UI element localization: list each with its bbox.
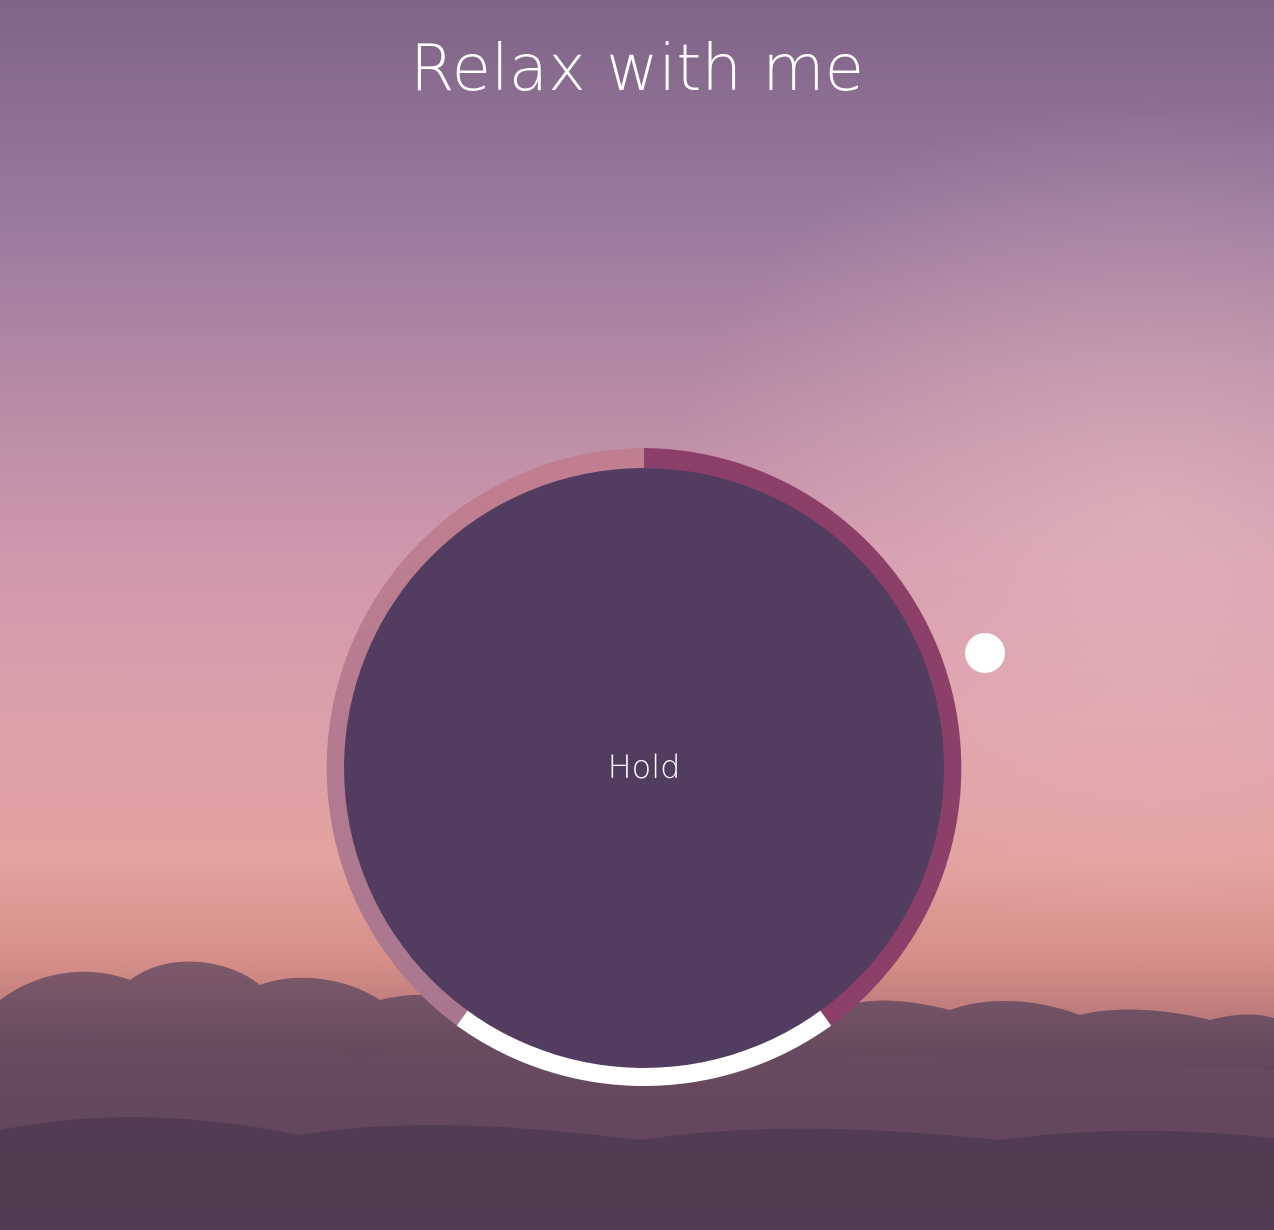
breathing-phase-label: Hold <box>607 748 681 786</box>
progress-pointer-dot <box>965 633 1005 673</box>
page-title: Relax with me <box>409 32 865 106</box>
